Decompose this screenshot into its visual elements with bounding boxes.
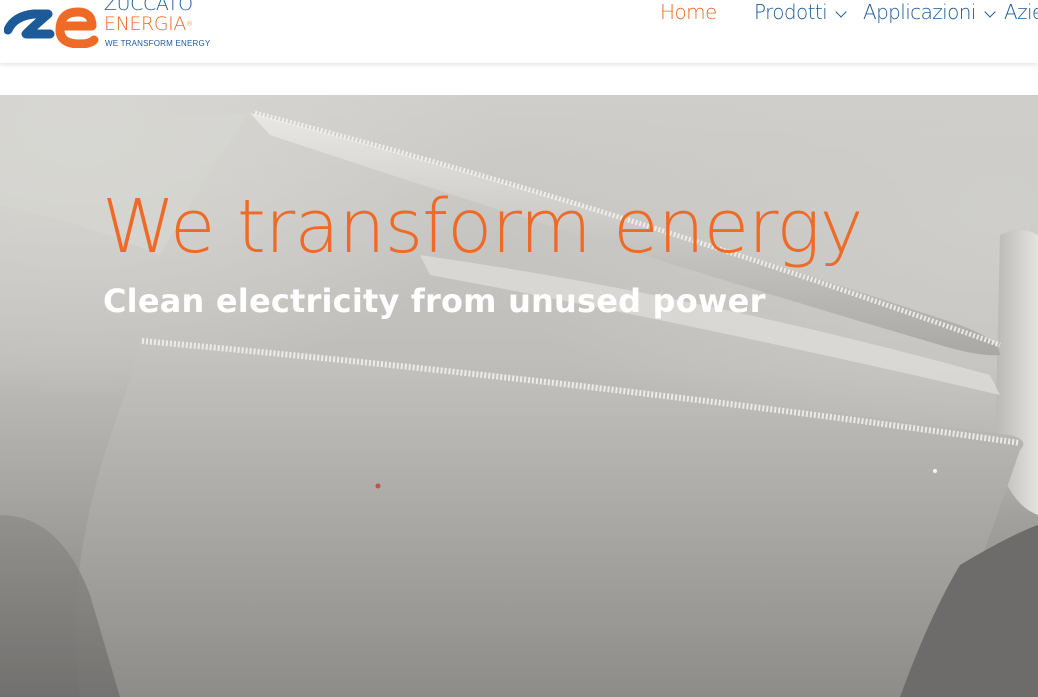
chevron-down-icon — [835, 6, 847, 18]
logo-tagline: WE TRANSFORM ENERGY — [105, 39, 211, 48]
hero-banner: We transform energy Clean electricity fr… — [0, 95, 1038, 697]
hero-subtitle: Clean electricity from unused power — [103, 282, 766, 320]
logo-name-line1: ZUCCATO — [104, 0, 193, 15]
nav-item-applicazioni[interactable]: Applicazioni — [863, 0, 996, 28]
chevron-down-icon — [984, 6, 996, 18]
site-header: ZUCCATO ENERGIA® WE TRANSFORM ENERGY Hom… — [0, 0, 1038, 63]
nav-item-azienda[interactable]: Azie — [1004, 0, 1038, 28]
logo-name: ZUCCATO ENERGIA® — [104, 0, 193, 34]
logo-name-line2-text: ENERGIA — [104, 13, 186, 35]
logo-name-line2: ENERGIA® — [104, 14, 193, 34]
logo-mark-icon — [4, 7, 99, 48]
nav-item-label: Applicazioni — [863, 0, 976, 24]
nav-item-label: Home — [660, 0, 717, 24]
logo[interactable]: ZUCCATO ENERGIA® WE TRANSFORM ENERGY — [4, 0, 211, 48]
nav-item-prodotti[interactable]: Prodotti — [754, 0, 847, 28]
nav-item-home[interactable]: Home — [660, 0, 717, 28]
hero-title: We transform energy — [102, 184, 863, 270]
nav-item-label: Prodotti — [754, 0, 828, 24]
nav-item-label: Azie — [1004, 0, 1038, 24]
registered-mark: ® — [185, 20, 193, 28]
